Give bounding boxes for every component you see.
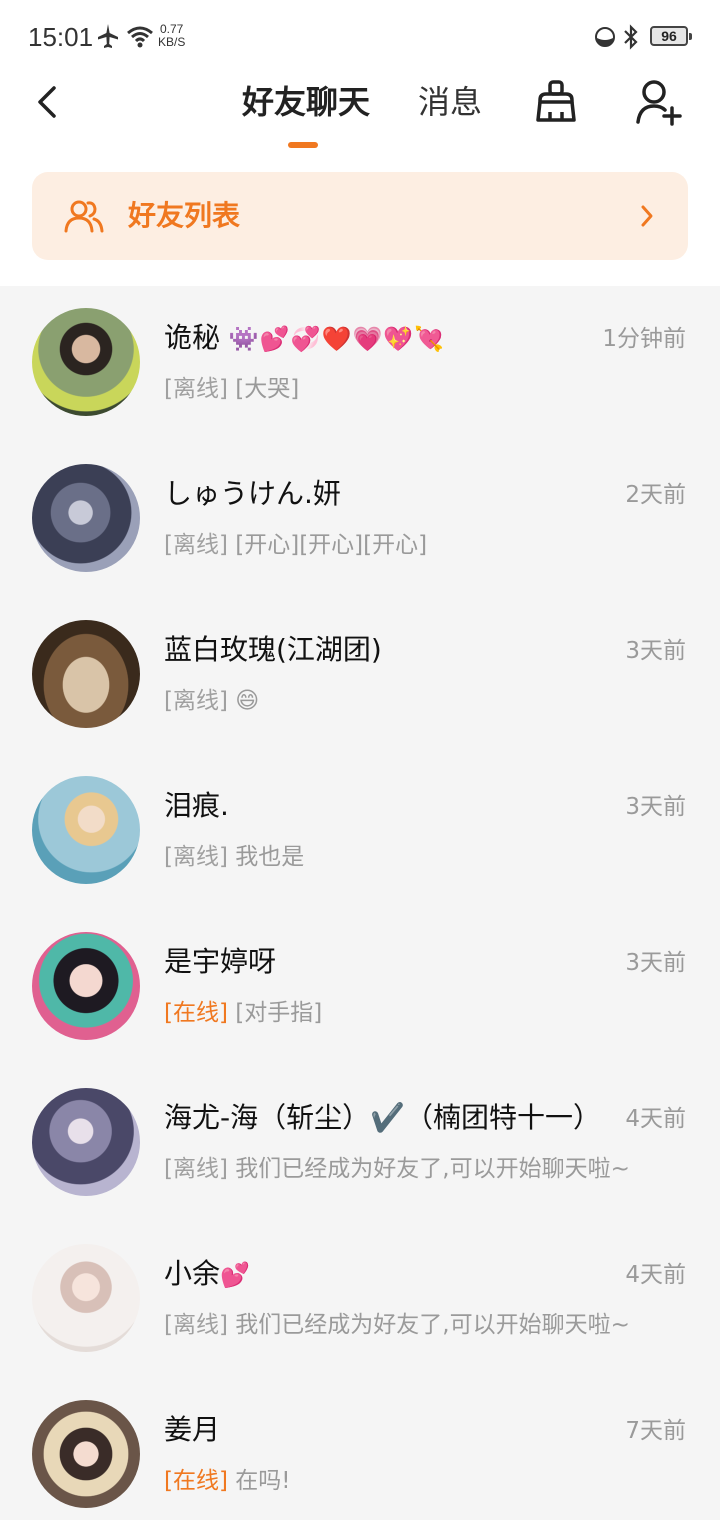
- chat-row[interactable]: しゅうけん.妍 2天前 [离线] [开心][开心][开心]: [0, 442, 720, 598]
- status-badge: [离线]: [164, 376, 228, 402]
- network-speed: 0.77 KB/S: [158, 22, 186, 49]
- last-message: [对手指]: [235, 1000, 323, 1026]
- contact-name: 泪痕.: [164, 789, 229, 822]
- contact-name: 诡秘: [164, 321, 221, 354]
- bluetooth-icon: [624, 24, 638, 50]
- name-emoji: 👾💕💞❤️💗💖💘: [228, 325, 446, 353]
- chat-row[interactable]: 是宇婷呀 3天前 [在线] [对手指]: [0, 910, 720, 1066]
- contact-name: 蓝白玫瑰(江湖团): [164, 633, 382, 666]
- chat-time: 7天前: [625, 1418, 686, 1444]
- contact-name: 姜月: [164, 1413, 221, 1446]
- avatar: [32, 1244, 140, 1352]
- last-message: 我们已经成为好友了,可以开始聊天啦~: [235, 1312, 630, 1338]
- status-time: 15:01: [28, 22, 94, 52]
- name-emoji: 💕: [220, 1261, 251, 1289]
- friend-list-label: 好友列表: [128, 199, 241, 232]
- avatar: [32, 620, 140, 728]
- chat-row[interactable]: 小余💕 4天前 [离线] 我们已经成为好友了,可以开始聊天啦~: [0, 1222, 720, 1378]
- status-badge: [离线]: [164, 1156, 228, 1182]
- chat-time: 3天前: [625, 638, 686, 664]
- chat-row[interactable]: 姜月 7天前 [在线] 在吗!: [0, 1378, 720, 1520]
- last-message: 在吗!: [235, 1468, 291, 1494]
- contact-name: 小余: [164, 1257, 221, 1290]
- avatar: [32, 464, 140, 572]
- avatar: [32, 1088, 140, 1196]
- status-badge: [在线]: [164, 1468, 228, 1494]
- status-badge: [离线]: [164, 1312, 228, 1338]
- chat-time: 4天前: [625, 1106, 686, 1132]
- active-tab-indicator: [288, 142, 318, 148]
- nav-bar: 好友聊天 消息: [0, 74, 720, 160]
- avatar: [32, 1400, 140, 1508]
- chat-row[interactable]: 海尤-海（斩尘）✔️（楠团特十一） 4天前 [离线] 我们已经成为好友了,可以开…: [0, 1066, 720, 1222]
- avatar: [32, 776, 140, 884]
- chat-row[interactable]: 诡秘 👾💕💞❤️💗💖💘 1分钟前 [离线] [大哭]: [0, 286, 720, 442]
- last-message: [开心][开心][开心]: [235, 532, 428, 558]
- battery-indicator: 96: [650, 26, 692, 46]
- status-badge: [在线]: [164, 1000, 228, 1026]
- status-badge: [离线]: [164, 688, 228, 714]
- avatar: [32, 308, 140, 416]
- data-saver-icon: [595, 27, 615, 47]
- friends-icon: [64, 200, 104, 233]
- status-badge: [离线]: [164, 532, 228, 558]
- clean-broom-icon[interactable]: [532, 78, 580, 126]
- contact-name: 是宇婷呀: [164, 945, 277, 978]
- chat-time: 4天前: [625, 1262, 686, 1288]
- add-user-icon[interactable]: [634, 78, 682, 126]
- chat-time: 1分钟前: [602, 326, 686, 352]
- status-badge: [离线]: [164, 844, 228, 870]
- wifi-icon: [127, 26, 153, 48]
- last-message: 我也是: [235, 844, 305, 870]
- back-icon[interactable]: [30, 82, 66, 122]
- status-bar: 15:01 0.77 KB/S 96: [0, 0, 720, 74]
- chevron-right-icon: [641, 205, 653, 227]
- chat-time: 3天前: [625, 950, 686, 976]
- friend-list-banner[interactable]: 好友列表: [32, 172, 688, 260]
- contact-name: しゅうけん.妍: [164, 477, 341, 510]
- tab-friend-chat[interactable]: 好友聊天: [242, 82, 370, 122]
- chat-time: 3天前: [625, 794, 686, 820]
- chat-row[interactable]: 泪痕. 3天前 [离线] 我也是: [0, 754, 720, 910]
- airplane-icon: [98, 24, 118, 48]
- last-message: 我们已经成为好友了,可以开始聊天啦~: [235, 1156, 630, 1182]
- contact-name: 海尤-海（斩尘）✔️（楠团特十一）: [164, 1101, 601, 1134]
- chat-time: 2天前: [625, 482, 686, 508]
- chat-list: 诡秘 👾💕💞❤️💗💖💘 1分钟前 [离线] [大哭] しゅうけん.妍 2天前 […: [0, 286, 720, 1520]
- chat-row[interactable]: 蓝白玫瑰(江湖团) 3天前 [离线] 😄: [0, 598, 720, 754]
- last-message: 😄: [235, 688, 260, 714]
- avatar: [32, 932, 140, 1040]
- tab-messages[interactable]: 消息: [418, 82, 482, 122]
- last-message: [大哭]: [235, 376, 300, 402]
